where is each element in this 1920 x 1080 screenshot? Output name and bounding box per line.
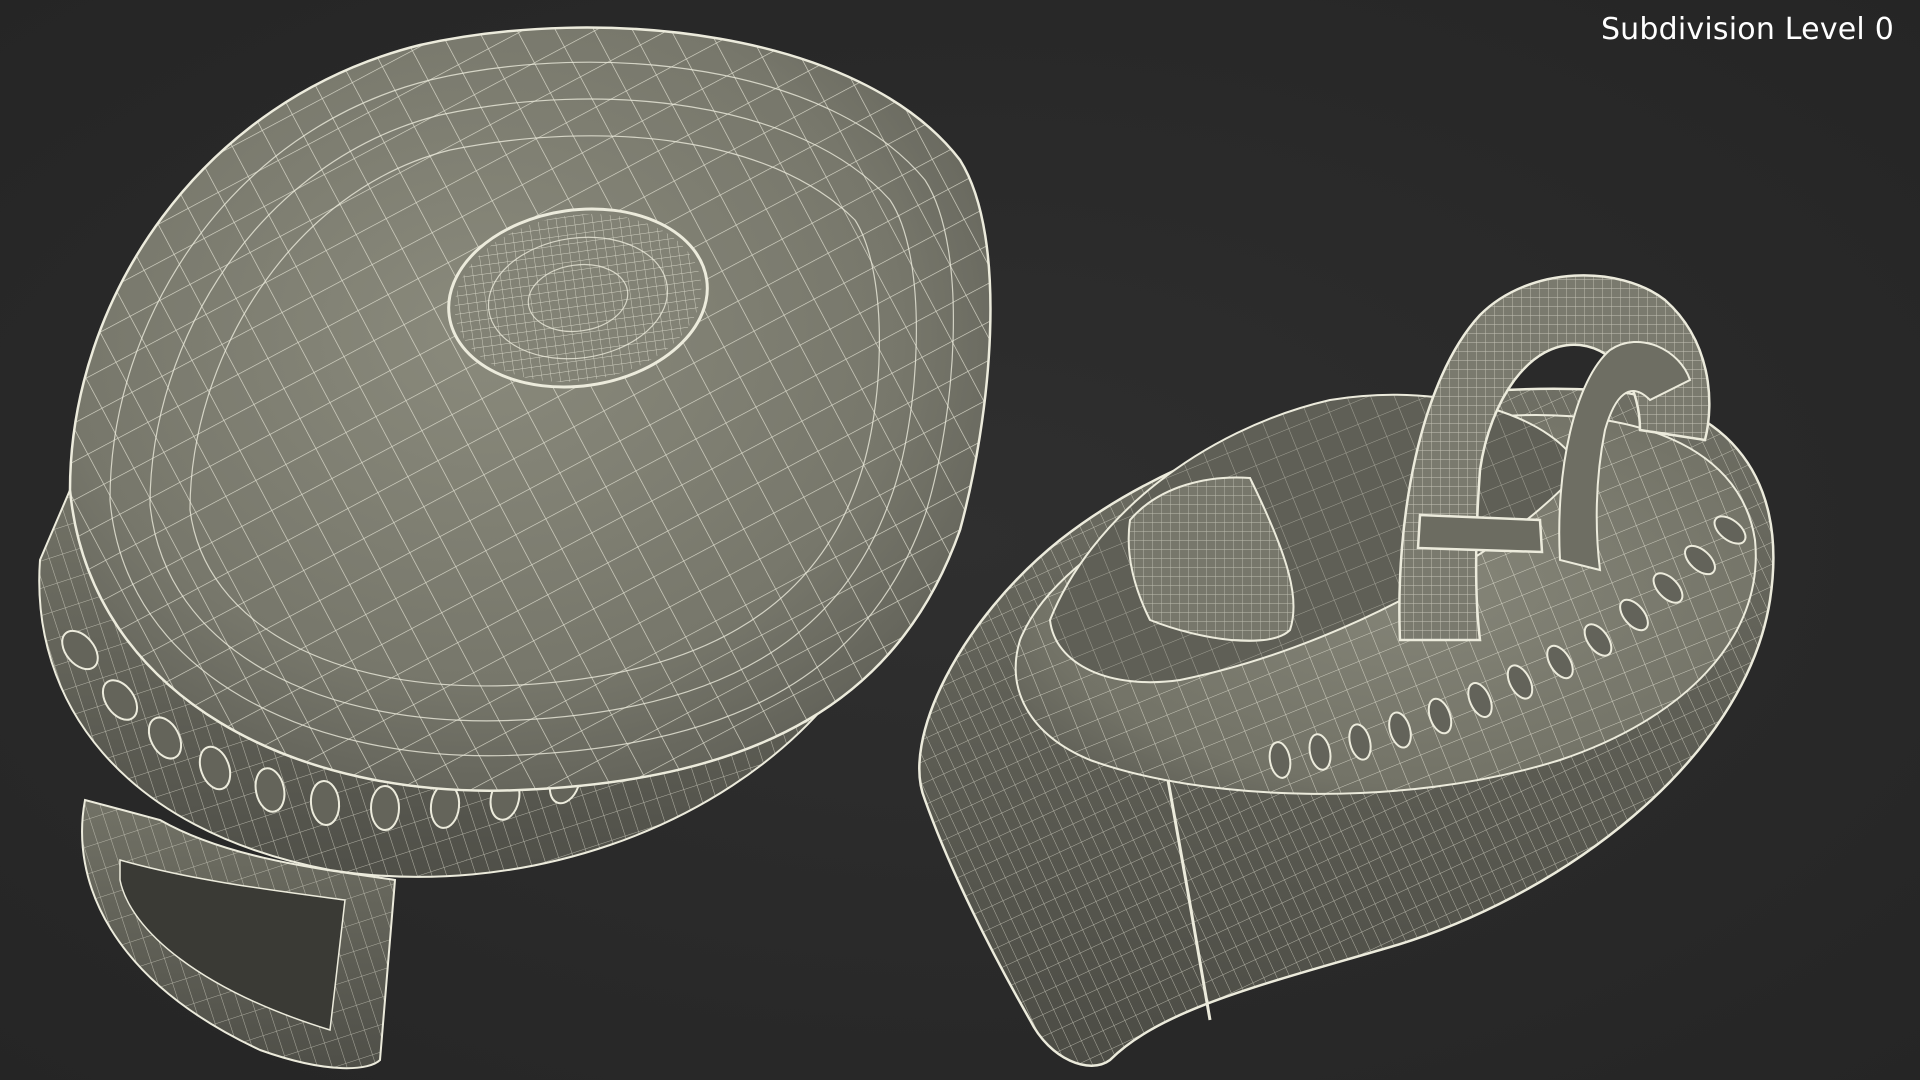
subdivision-level-label: Subdivision Level 0 — [1600, 12, 1894, 47]
right-pad-strap-buckle — [1416, 513, 1544, 554]
render-viewport: Subdivision Level 0 — [0, 0, 1920, 1080]
viewport-canvas — [38, 26, 1775, 1070]
punch-pad-left — [38, 26, 992, 1070]
punch-pad-right — [918, 274, 1775, 1067]
